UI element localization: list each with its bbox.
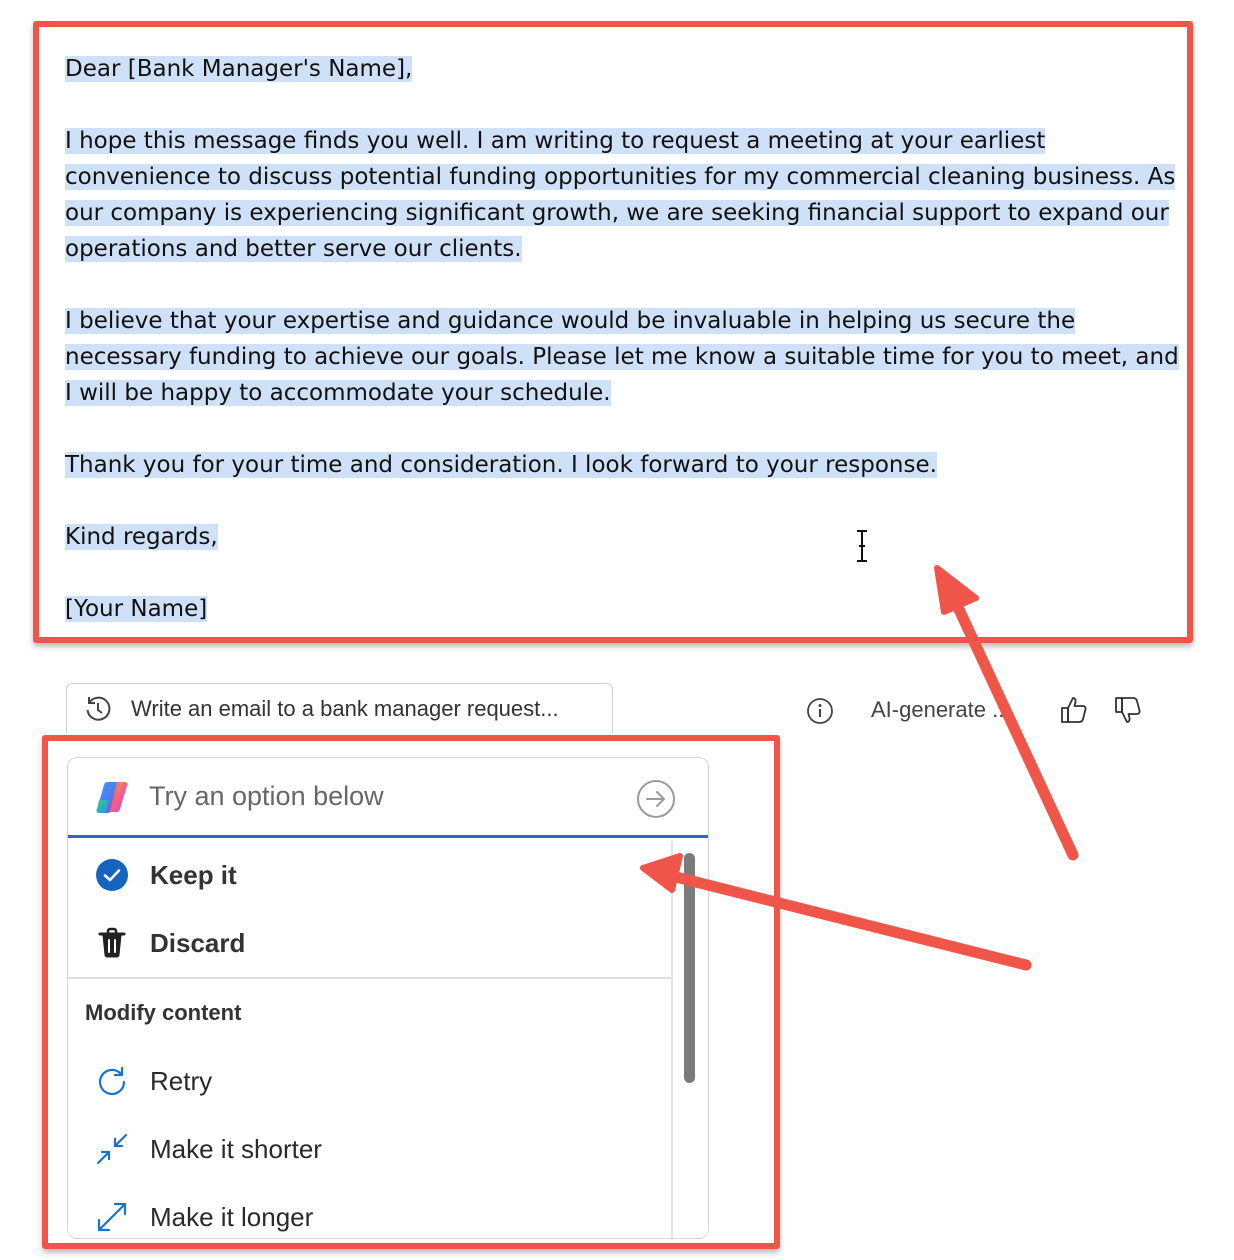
email-paragraph-2: I believe that your expertise and guidan… [65,308,1179,406]
annotation-box-menu [42,735,780,1249]
email-paragraph-1: I hope this message finds you well. I am… [65,128,1176,262]
ai-generated-label: AI-generate ... [871,697,1011,722]
history-icon [86,696,111,721]
email-body-editor[interactable]: Dear [Bank Manager's Name], I hope this … [33,21,1193,643]
email-signature: [Your Name] [65,596,208,622]
email-closing: Kind regards, [65,524,218,550]
thumbs-up-icon[interactable] [1058,694,1090,726]
email-greeting: Dear [Bank Manager's Name], [65,56,413,82]
email-paragraph-3: Thank you for your time and consideratio… [65,452,937,478]
prompt-text: Write an email to a bank manager request… [131,695,559,721]
text-cursor-icon [857,530,867,562]
prompt-history-chip[interactable]: Write an email to a bank manager request… [66,683,613,733]
info-icon[interactable] [806,697,834,725]
thumbs-down-icon[interactable] [1112,694,1144,726]
